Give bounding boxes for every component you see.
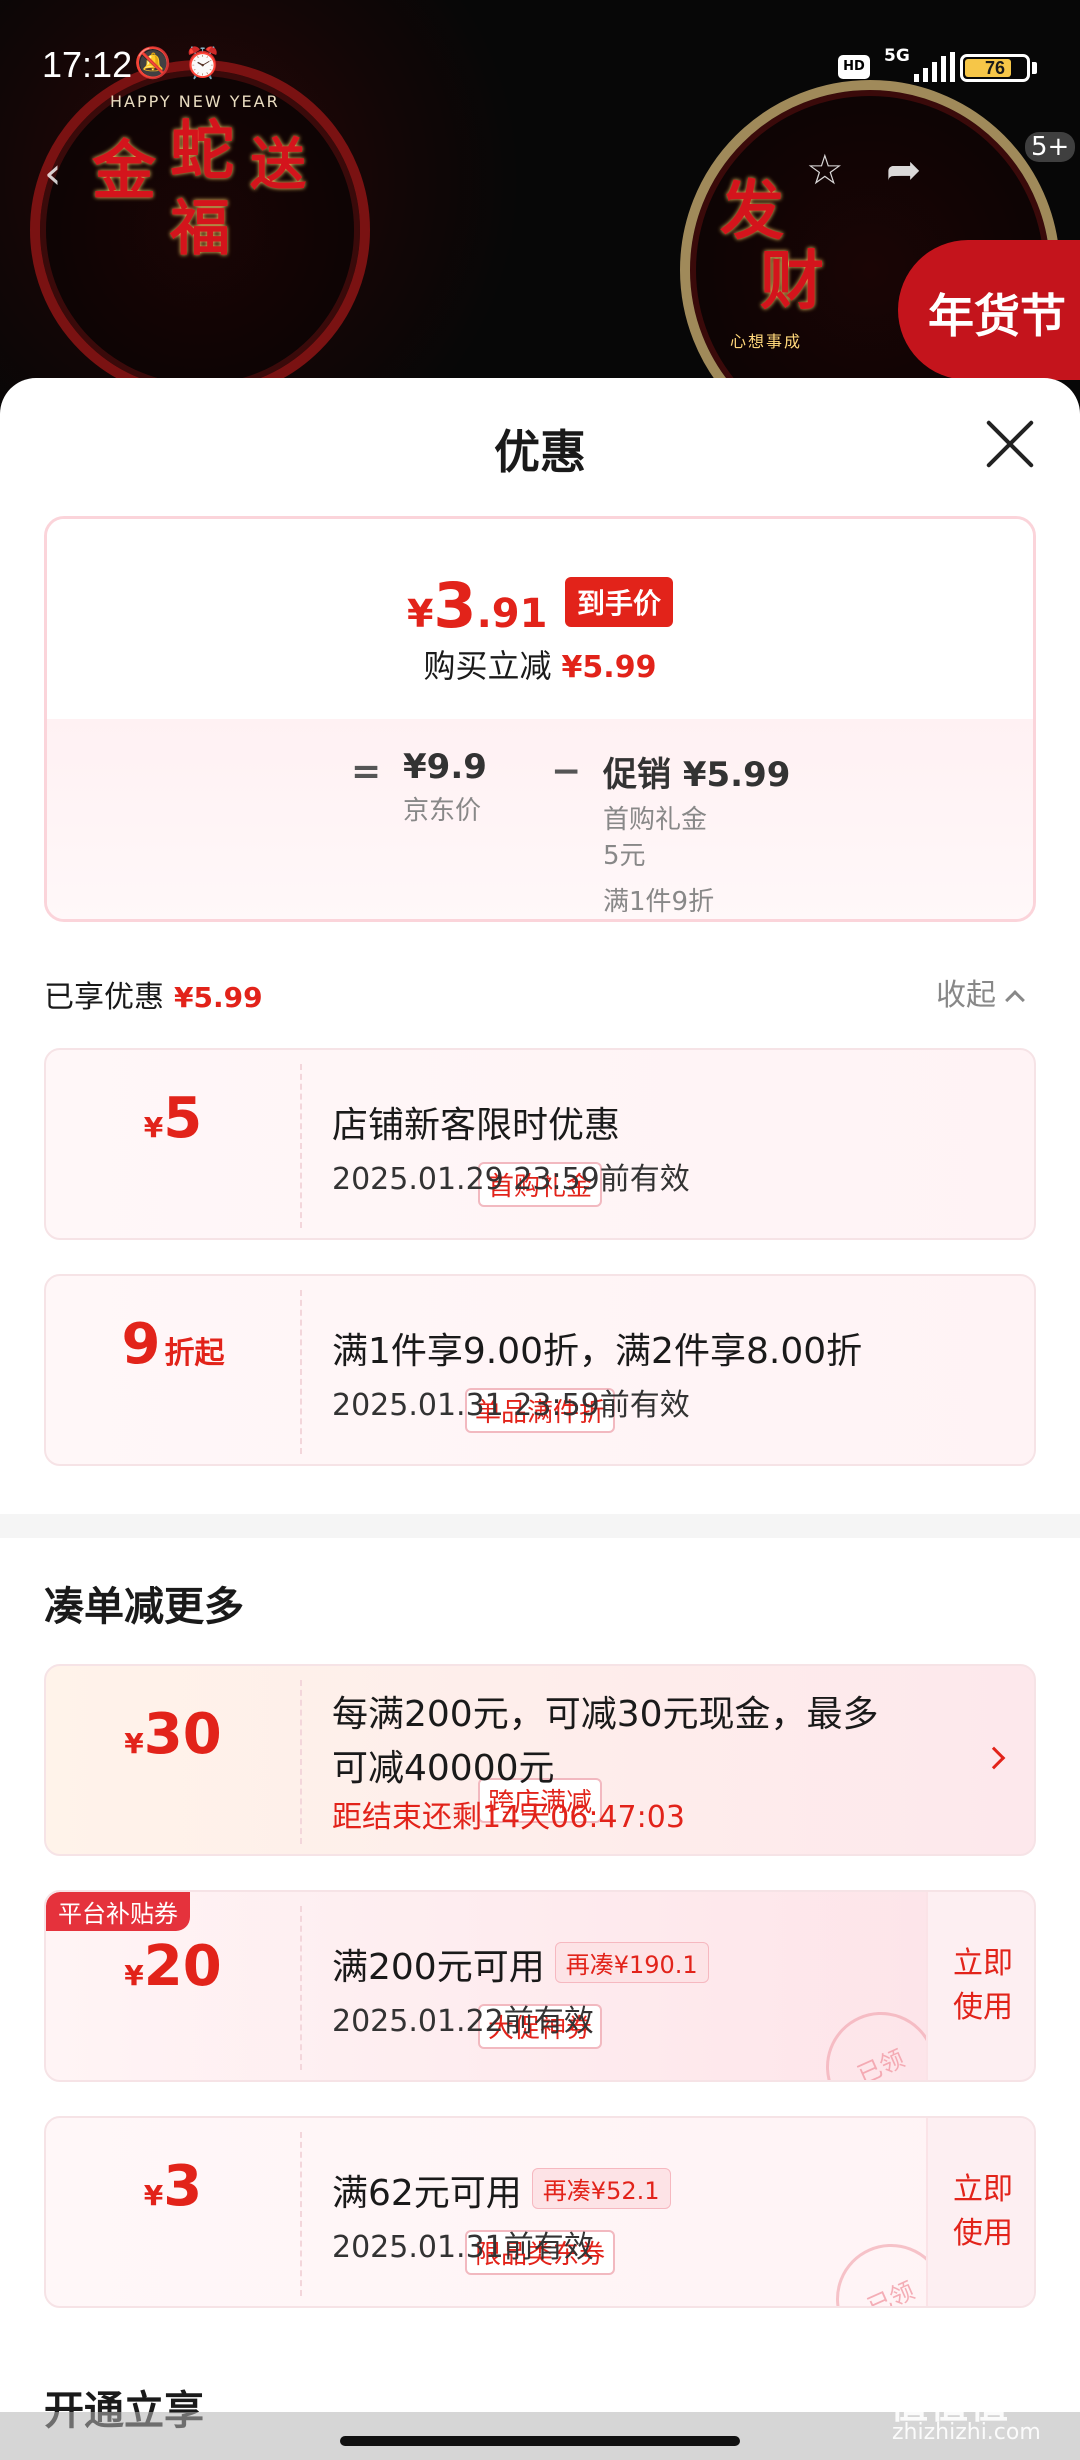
coupon-title: 满62元可用 再凑¥52.1: [332, 2164, 671, 2216]
jd-price-label: 京东价: [403, 796, 482, 826]
use-now-button[interactable]: 立即使用: [926, 1892, 1034, 2080]
coupon-title-text: 满62元可用: [332, 2173, 522, 2214]
watermark-url: zhizhizhi.com: [892, 2420, 1041, 2445]
coupon-value: 5: [163, 1086, 203, 1151]
jd-price-column: ¥9.9 京东价: [403, 747, 487, 829]
collapse-label: 收起: [936, 978, 996, 1013]
back-icon[interactable]: ‹: [44, 148, 62, 199]
coupon-symbol: ¥: [143, 1111, 164, 1144]
chevron-up-icon: [1005, 990, 1025, 1010]
coupon-title-text: 满200元可用: [332, 1947, 545, 1988]
home-indicator[interactable]: [340, 2436, 740, 2446]
status-time: 17:12: [42, 44, 133, 85]
final-price-int: 3: [433, 569, 477, 642]
deco-char: 金: [92, 134, 156, 209]
jd-price: ¥9.9: [403, 747, 487, 787]
coupon-divider: [300, 2132, 302, 2296]
section-title-more: 凑单减更多: [44, 1584, 244, 1630]
deco-caption: 心想事成: [730, 332, 803, 351]
reduce-label: 购买立减: [423, 647, 552, 685]
coupon-value: 30: [143, 1702, 222, 1767]
coupon-divider: [300, 1906, 302, 2070]
enjoyed-discount: 已享优惠 ¥5.99: [44, 972, 263, 1016]
hd-badge: HD: [838, 55, 870, 79]
promo-total: 促销 ¥5.99: [603, 755, 791, 795]
coupon-validity: 2025.01.29 23:59前有效: [332, 1162, 690, 1197]
enjoyed-value: ¥5.99: [174, 981, 263, 1014]
coupon-title: 每满200元，可减30元现金，最多 可减40000元: [332, 1688, 932, 1796]
coupon-value: 9: [121, 1312, 161, 1377]
coupon-amount: ¥3: [46, 2154, 300, 2219]
summary-formula-area: [47, 719, 1033, 919]
battery-icon: 76: [960, 54, 1030, 82]
final-price-tag: 到手价: [565, 577, 674, 627]
coupon-amount: 9 折起: [46, 1312, 300, 1377]
close-button[interactable]: [982, 416, 1038, 472]
coupon-validity: 2025.01.31前有效: [332, 2230, 594, 2265]
summary-top: ¥3.91 到手价 购买立减 ¥5.99: [47, 519, 1033, 719]
battery-text: 76: [984, 58, 1006, 78]
alarm-icon: ⏰: [184, 46, 222, 81]
coupon-divider: [300, 1290, 302, 1454]
coupon-symbol: ¥: [124, 1959, 144, 1992]
coupon-card[interactable]: ¥5 首购礼金 店铺新客限时优惠 2025.01.29 23:59前有效: [44, 1048, 1036, 1240]
section-gap: [0, 1514, 1080, 1538]
deco-char: 财: [760, 244, 824, 319]
coupon-validity: 2025.01.31 23:59前有效: [332, 1388, 690, 1423]
festival-tag[interactable]: 年货节: [898, 240, 1080, 380]
deco-char: 福: [170, 194, 230, 264]
coupon-value: 20: [143, 1934, 222, 1999]
coupon-title-line: 可减40000元: [332, 1748, 555, 1789]
final-price-dec: .91: [476, 591, 548, 637]
status-bar: 17:12 🔕 ⏰ HD 5G 76: [0, 0, 1080, 130]
coupon-value: 3: [163, 2154, 203, 2219]
coupon-extra-tag: 再凑¥52.1: [531, 2168, 671, 2209]
promo-column: 促销 ¥5.99 首购礼金 5元 满1件9折: [603, 747, 791, 919]
sheet-title: 优惠: [494, 425, 586, 479]
promo-item: 满1件9折: [603, 887, 715, 917]
reduce-value: ¥5.99: [561, 650, 657, 685]
battery-tip: [1032, 62, 1037, 74]
coupon-countdown: 距结束还剩14天06:47:03: [332, 1800, 685, 1835]
coupon-unit: 折起: [164, 1336, 225, 1371]
discount-sheet: 优惠 ¥3.91 到手价 购买立减 ¥5.99 = ¥9.9 京东价 − 促销 ¥…: [0, 378, 1080, 2460]
collapse-toggle[interactable]: 收起: [936, 970, 1025, 1014]
deco-char: 送: [250, 132, 306, 198]
price-summary-card: ¥3.91 到手价 购买立减 ¥5.99 = ¥9.9 京东价 − 促销 ¥5.9…: [44, 516, 1036, 922]
coupon-symbol: ¥: [143, 2179, 164, 2212]
coupon-amount: ¥5: [46, 1086, 300, 1151]
coupon-divider: [300, 1064, 302, 1228]
chevron-right-icon[interactable]: [982, 1746, 1006, 1770]
coupon-card[interactable]: 平台补贴券 ¥20 大促神券 满200元可用 再凑¥190.1 2025.01.2…: [44, 1890, 1036, 2082]
coupon-card[interactable]: ¥3 限品类东券 满62元可用 再凑¥52.1 2025.01.31前有效 已领 …: [44, 2116, 1036, 2308]
reduce-line: 购买立减 ¥5.99: [47, 641, 1033, 687]
coupon-title-line: 每满200元，可减30元现金，最多: [332, 1694, 879, 1735]
enjoyed-label: 已享优惠: [44, 980, 164, 1015]
final-price: ¥3.91 到手价: [47, 569, 1033, 642]
favorite-star-icon[interactable]: ☆: [806, 145, 844, 194]
promo-item: 首购礼金: [603, 805, 708, 835]
mute-notification-icon: 🔕: [134, 46, 172, 81]
platform-subsidy-badge: 平台补贴券: [46, 1892, 190, 1931]
coupon-symbol: ¥: [124, 1727, 144, 1760]
coupon-extra-tag: 再凑¥190.1: [554, 1942, 709, 1983]
formula-minus: −: [551, 751, 582, 792]
coupon-card[interactable]: 9 折起 单品满件折 满1件享9.00折，满2件享8.00折 2025.01.31…: [44, 1274, 1036, 1466]
coupon-title: 满200元可用 再凑¥190.1: [332, 1938, 709, 1990]
coupon-divider: [300, 1680, 302, 1844]
formula-equals: =: [351, 751, 382, 792]
share-icon[interactable]: ➦: [886, 145, 921, 194]
cart-count-badge[interactable]: 5+: [1025, 132, 1076, 162]
use-now-button[interactable]: 立即使用: [926, 2118, 1034, 2306]
promo-item: 5元: [603, 841, 646, 871]
final-price-yen: ¥: [406, 592, 434, 636]
coupon-amount: ¥30: [46, 1702, 300, 1767]
coupon-card[interactable]: ¥30 跨店满减 每满200元，可减30元现金，最多 可减40000元 距结束还…: [44, 1664, 1036, 1856]
use-now-label: 立即使用: [953, 1946, 1013, 2025]
coupon-validity: 2025.01.22前有效: [332, 2004, 594, 2039]
use-now-label: 立即使用: [953, 2172, 1013, 2251]
coupon-title: 店铺新客限时优惠: [332, 1105, 621, 1146]
coupon-title: 满1件享9.00折，满2件享8.00折: [332, 1331, 863, 1372]
coupon-amount: ¥20: [46, 1934, 300, 1999]
